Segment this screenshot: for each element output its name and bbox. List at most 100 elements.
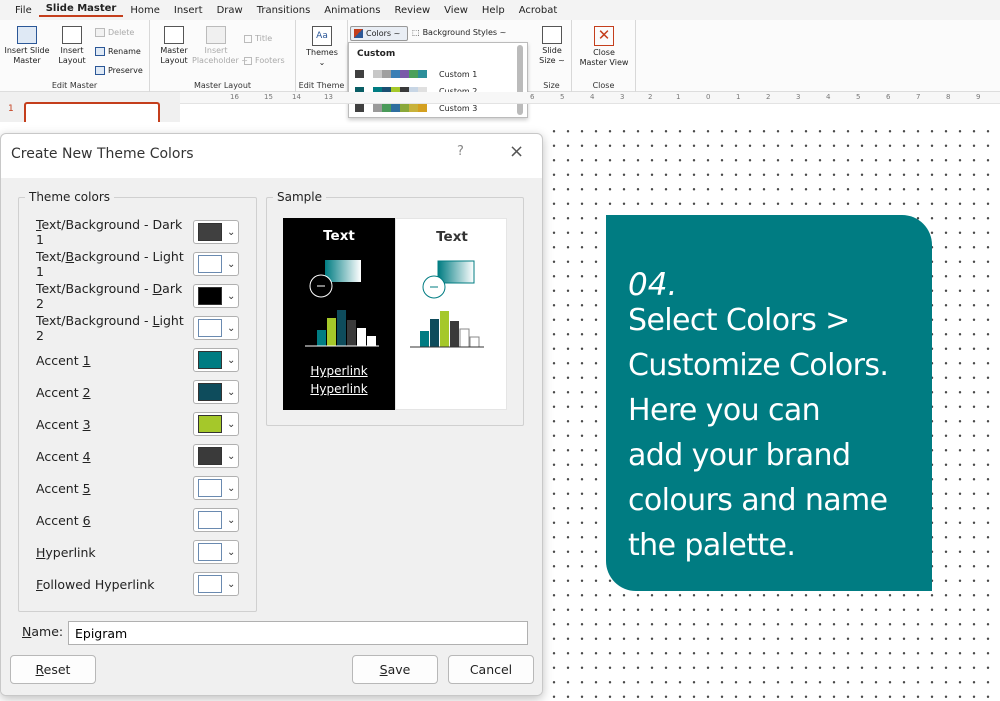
- ruler-tick: 5: [856, 93, 861, 101]
- palette-swatch: [355, 104, 364, 112]
- theme-color-label: Accent 6: [36, 512, 91, 528]
- color-swatch: [198, 575, 222, 593]
- colors-button[interactable]: Colors ~: [350, 26, 408, 41]
- palette-strip: [355, 104, 427, 112]
- edit-theme-group: Aa Themes ⌄ Edit Theme: [296, 20, 348, 92]
- menu-acrobat[interactable]: Acrobat: [512, 5, 565, 16]
- theme-color-label: Accent 4: [36, 448, 91, 464]
- name-input[interactable]: [68, 621, 528, 645]
- palette-swatch: [391, 104, 400, 112]
- menu-review[interactable]: Review: [387, 5, 437, 16]
- title-checkbox[interactable]: Title: [244, 34, 272, 43]
- color-picker-button[interactable]: ⌄: [193, 348, 239, 372]
- ruler-tick: 4: [590, 93, 595, 101]
- chevron-down-icon: ⌄: [227, 546, 236, 558]
- save-button[interactable]: Save: [352, 655, 438, 684]
- delete-icon: [95, 28, 105, 37]
- chevron-down-icon: ⌄: [227, 386, 236, 398]
- card-text-line: Select Colors >: [628, 303, 850, 338]
- cancel-button[interactable]: Cancel: [448, 655, 534, 684]
- themes-button[interactable]: Aa Themes ⌄: [302, 26, 342, 68]
- color-picker-button[interactable]: ⌄: [193, 252, 239, 276]
- insert-slide-master-label: Insert Slide Master: [4, 46, 50, 65]
- chevron-down-icon: ⌄: [227, 322, 236, 334]
- color-picker-button[interactable]: ⌄: [193, 284, 239, 308]
- theme-color-label: Followed Hyperlink: [36, 576, 155, 592]
- menu-draw[interactable]: Draw: [210, 5, 250, 16]
- menu-transitions[interactable]: Transitions: [250, 5, 318, 16]
- colors-icon: [354, 29, 363, 38]
- ruler-tick: 3: [796, 93, 801, 101]
- size-label: Size: [543, 81, 560, 90]
- reset-button[interactable]: Reset: [10, 655, 96, 684]
- palette-swatch: [400, 104, 409, 112]
- close-label: Close: [592, 81, 615, 90]
- color-picker-button[interactable]: ⌄: [193, 572, 239, 596]
- insert-placeholder-button[interactable]: Insert Placeholder ~: [192, 26, 248, 66]
- color-picker-button[interactable]: ⌄: [193, 316, 239, 340]
- color-swatch: [198, 447, 222, 465]
- delete-button[interactable]: Delete: [95, 28, 134, 37]
- name-label: Name:: [22, 624, 64, 639]
- color-swatch: [198, 223, 222, 241]
- theme-color-row: Text/Background - Light 1 ⌄: [36, 249, 246, 279]
- color-picker-button[interactable]: ⌄: [193, 444, 239, 468]
- layout-icon: [62, 26, 82, 44]
- chevron-down-icon: ⌄: [227, 226, 236, 238]
- ruler-tick: 2: [766, 93, 771, 101]
- slide-size-icon: [542, 26, 562, 44]
- color-picker-button[interactable]: ⌄: [193, 476, 239, 500]
- footers-checkbox[interactable]: Footers: [244, 56, 285, 65]
- card-text-line: Customize Colors.: [628, 348, 889, 383]
- slide-size-button[interactable]: Slide Size ~: [536, 26, 568, 66]
- themes-chevron-icon: ⌄: [318, 58, 326, 67]
- color-picker-button[interactable]: ⌄: [193, 220, 239, 244]
- dropdown-scrollbar[interactable]: [517, 45, 523, 115]
- palette-swatch: [418, 104, 427, 112]
- colors-dropdown-item[interactable]: Custom 3: [355, 103, 477, 113]
- color-picker-button[interactable]: ⌄: [193, 540, 239, 564]
- palette-strip: [355, 70, 427, 78]
- close-icon[interactable]: ×: [509, 141, 524, 162]
- themes-icon: Aa: [312, 26, 332, 46]
- slide-thumbnail[interactable]: [24, 102, 160, 122]
- insert-slide-master-button[interactable]: Insert Slide Master: [4, 26, 50, 66]
- menu-animations[interactable]: Animations: [317, 5, 387, 16]
- title-label: Title: [255, 34, 273, 43]
- palette-swatch: [409, 104, 418, 112]
- menu-slide-master[interactable]: Slide Master: [38, 3, 124, 17]
- menu-insert[interactable]: Insert: [167, 5, 210, 16]
- color-picker-button[interactable]: ⌄: [193, 380, 239, 404]
- edit-theme-label: Edit Theme: [298, 81, 345, 90]
- theme-color-row: Accent 5 ⌄: [36, 476, 246, 500]
- sample-dark-text: Text: [323, 228, 355, 244]
- color-picker-button[interactable]: ⌄: [193, 412, 239, 436]
- edit-master-group: Insert Slide Master Insert Layout Delete…: [0, 20, 150, 92]
- color-swatch: [198, 383, 222, 401]
- background-styles-button[interactable]: ⬚ Background Styles ~: [412, 28, 506, 37]
- theme-color-row: Text/Background - Light 2 ⌄: [36, 313, 246, 343]
- help-icon[interactable]: ?: [457, 144, 464, 159]
- menu-help[interactable]: Help: [475, 5, 512, 16]
- close-group: ✕ Close Master View Close: [572, 20, 636, 92]
- sample-dark-graphic: [305, 260, 379, 347]
- chevron-down-icon: ⌄: [227, 514, 236, 526]
- color-swatch: [198, 287, 222, 305]
- ruler-tick: 9: [976, 93, 981, 101]
- close-master-view-button[interactable]: ✕ Close Master View: [578, 26, 630, 68]
- menu-file[interactable]: File: [8, 5, 39, 16]
- preserve-button[interactable]: Preserve: [95, 66, 143, 75]
- menu-home[interactable]: Home: [123, 5, 167, 16]
- insert-placeholder-label: Insert Placeholder ~: [192, 46, 248, 65]
- colors-dropdown-item[interactable]: Custom 1: [355, 69, 477, 79]
- rename-button[interactable]: Rename: [95, 47, 141, 56]
- menu-view[interactable]: View: [437, 5, 475, 16]
- theme-color-row: Accent 6 ⌄: [36, 508, 246, 532]
- title-check-icon: [244, 34, 252, 43]
- theme-color-label: Accent 1: [36, 352, 91, 368]
- ruler-tick: 7: [916, 93, 921, 101]
- master-layout-button[interactable]: Master Layout: [156, 26, 192, 66]
- ruler-tick: 13: [324, 93, 333, 101]
- insert-layout-button[interactable]: Insert Layout: [52, 26, 92, 66]
- color-picker-button[interactable]: ⌄: [193, 508, 239, 532]
